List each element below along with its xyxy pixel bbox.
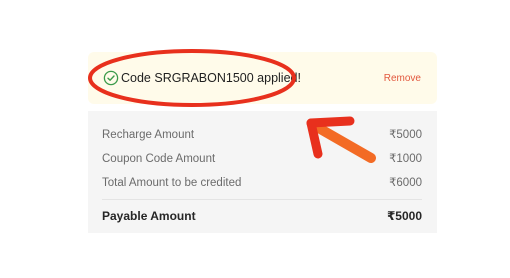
summary-row-recharge-amount: Recharge Amount ₹5000	[102, 127, 422, 143]
summary-divider	[102, 199, 422, 200]
payment-summary-screen: Code SRGRABON1500 applied! Remove Rechar…	[0, 0, 510, 278]
summary-row-label: Coupon Code Amount	[102, 153, 216, 165]
payable-amount-label: Payable Amount	[102, 209, 196, 223]
summary-row-value: ₹1000	[389, 153, 422, 165]
coupon-applied-banner: Code SRGRABON1500 applied! Remove	[88, 52, 437, 104]
coupon-applied-message: Code SRGRABON1500 applied!	[121, 71, 301, 85]
summary-row-label: Total Amount to be credited	[102, 177, 242, 189]
summary-row-label: Recharge Amount	[102, 129, 195, 141]
payable-amount-value: ₹5000	[386, 209, 422, 223]
summary-row-value: ₹5000	[389, 129, 422, 141]
amount-summary-panel: Recharge Amount ₹5000 Coupon Code Amount…	[88, 111, 437, 233]
summary-row-value: ₹6000	[389, 177, 422, 189]
check-circle-icon	[103, 70, 119, 86]
remove-coupon-button[interactable]: Remove	[384, 72, 421, 85]
payable-amount-row: Payable Amount ₹5000	[102, 208, 422, 224]
summary-row-total-credited: Total Amount to be credited ₹6000	[102, 175, 422, 191]
summary-row-coupon-amount: Coupon Code Amount ₹1000	[102, 151, 422, 167]
